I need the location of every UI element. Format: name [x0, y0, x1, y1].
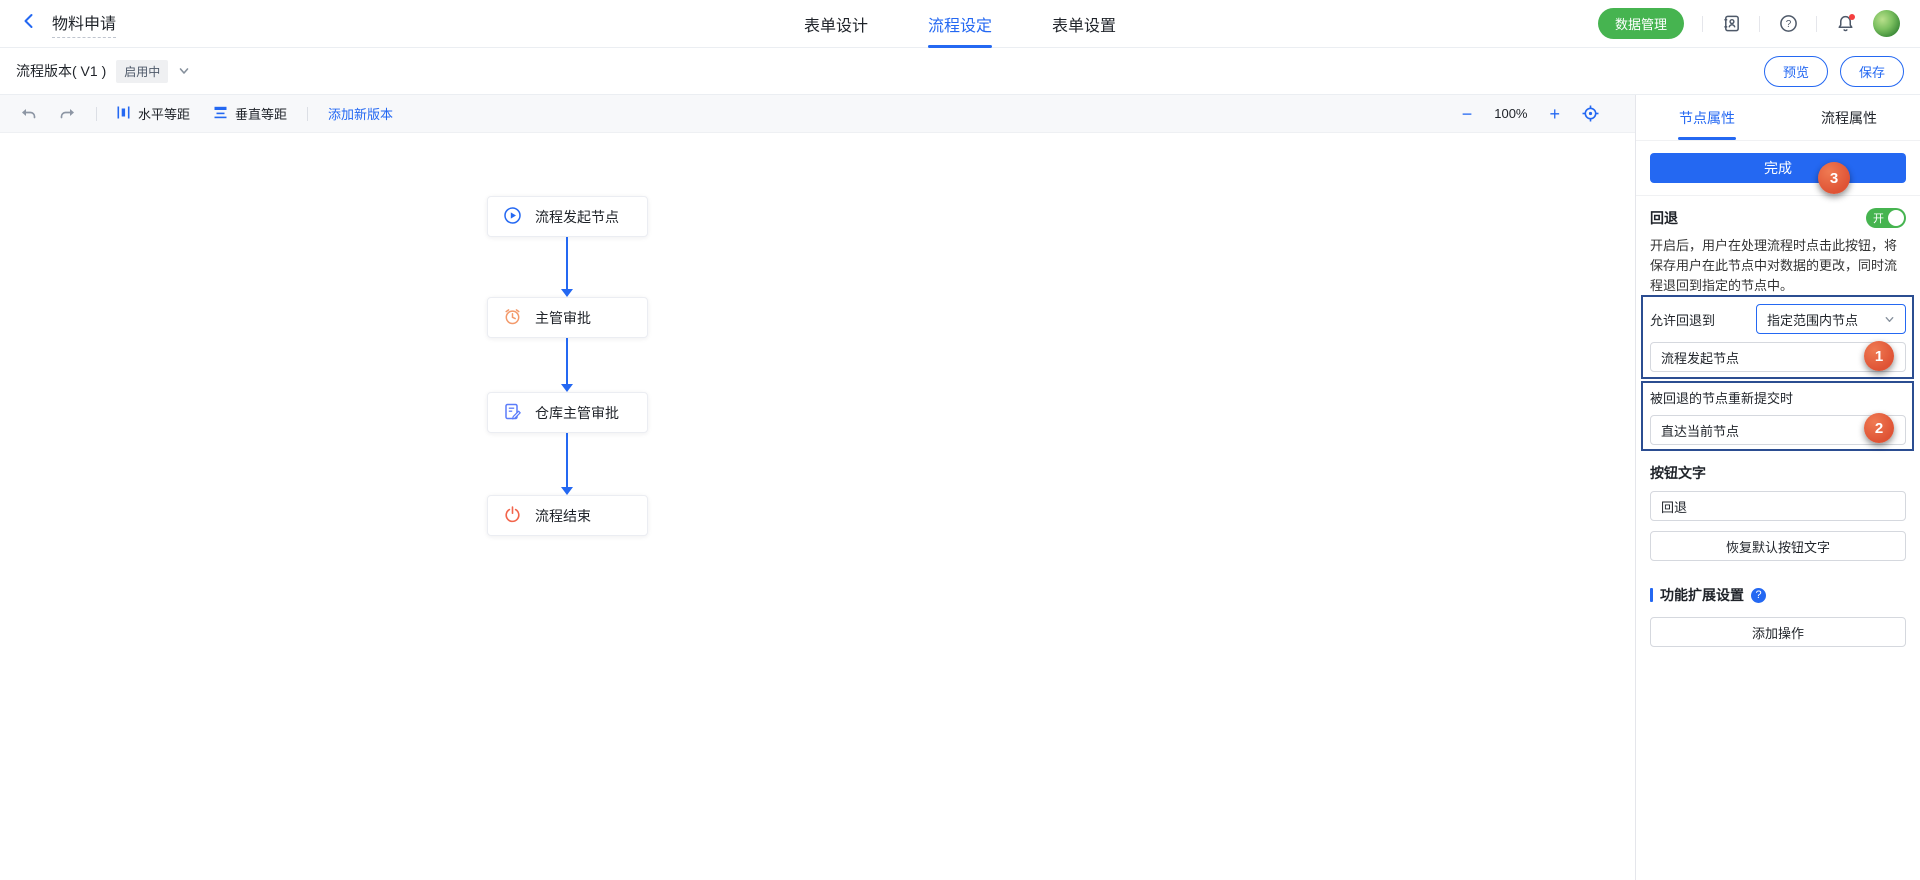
resubmit-select[interactable]: 直达当前节点: [1650, 415, 1906, 445]
alarm-clock-icon: [504, 308, 521, 328]
add-version-button[interactable]: 添加新版本: [328, 104, 393, 123]
chevron-left-icon: [20, 12, 38, 35]
rollback-description: 开启后，用户在处理流程时点击此按钮，将保存用户在此节点中对数据的更改，同时流程退…: [1650, 236, 1906, 296]
arrow-down-icon: [561, 384, 573, 392]
rollback-range-value: 指定范围内节点: [1767, 310, 1858, 329]
rollback-title: 回退: [1650, 208, 1678, 228]
main: 水平等距 垂直等距 添加新版本 − 100% +: [0, 95, 1920, 880]
rollback-node-select[interactable]: 流程发起节点: [1650, 342, 1906, 372]
button-text-input[interactable]: [1650, 491, 1906, 521]
restore-default-button[interactable]: 恢复默认按钮文字: [1650, 531, 1906, 561]
notification-dot: [1849, 14, 1855, 20]
header-tabs: 表单设计 流程设定 表单设置: [804, 0, 1116, 48]
allow-rollback-row: 允许回退到 指定范围内节点: [1650, 304, 1906, 334]
distribute-vertical-icon: [214, 106, 227, 122]
flow-canvas[interactable]: 流程发起节点 主管审批 仓库主管审批: [0, 133, 1635, 880]
extension-title: 功能扩展设置: [1660, 585, 1744, 605]
tab-flow-setting[interactable]: 流程设定: [928, 0, 992, 48]
svg-text:?: ?: [1785, 19, 1791, 30]
avatar[interactable]: [1873, 10, 1900, 37]
divider: [1759, 16, 1760, 32]
divider: [1816, 16, 1817, 32]
flow-node-label: 主管审批: [535, 308, 591, 328]
zoom-in-icon[interactable]: +: [1549, 105, 1560, 123]
flow-node-manager-approval[interactable]: 主管审批: [487, 297, 648, 338]
distribute-horizontal-button[interactable]: 水平等距: [117, 104, 190, 123]
header-right: 数据管理 ?: [1598, 8, 1900, 39]
tab-flow-properties[interactable]: 流程属性: [1778, 95, 1920, 140]
redo-icon[interactable]: [59, 106, 76, 121]
page-title: 物料申请: [52, 10, 116, 38]
version-bar: 流程版本( V1 ) 启用中 预览 保存: [0, 48, 1920, 95]
help-circle-icon[interactable]: ?: [1751, 588, 1766, 603]
chevron-down-icon: [1884, 425, 1895, 436]
section-bar: [1650, 588, 1653, 602]
flow-connector: [566, 338, 568, 385]
resubmit-label: 被回退的节点重新提交时: [1650, 388, 1906, 407]
chevron-down-icon: [1884, 352, 1895, 363]
address-book-icon[interactable]: [1721, 14, 1741, 34]
panel-tabs: 节点属性 流程属性: [1636, 95, 1920, 141]
divider: [1702, 16, 1703, 32]
locate-icon[interactable]: [1582, 105, 1599, 122]
play-circle-icon: [504, 207, 521, 227]
flow-node-end[interactable]: 流程结束: [487, 495, 648, 536]
chevron-down-icon: [1884, 314, 1895, 325]
power-icon: [504, 506, 521, 526]
version-actions: 预览 保存: [1764, 56, 1904, 87]
flow-node-label: 流程发起节点: [535, 207, 619, 227]
zoom-controls: − 100% +: [1462, 105, 1615, 123]
status-badge: 启用中: [116, 60, 168, 83]
rollback-range-select[interactable]: 指定范围内节点: [1756, 304, 1906, 334]
extension-header: 功能扩展设置 ?: [1650, 585, 1906, 605]
arrow-down-icon: [561, 487, 573, 495]
flow-node-label: 仓库主管审批: [535, 403, 619, 423]
divider: [307, 107, 308, 121]
data-manage-button[interactable]: 数据管理: [1598, 8, 1684, 39]
back-button[interactable]: [20, 12, 38, 35]
help-icon[interactable]: ?: [1778, 14, 1798, 34]
button-text-label: 按钮文字: [1650, 463, 1906, 483]
zoom-out-icon[interactable]: −: [1462, 105, 1473, 123]
undo-icon[interactable]: [20, 106, 37, 121]
flow-connector: [566, 433, 568, 488]
rollback-header: 回退 开: [1650, 208, 1906, 228]
bell-icon[interactable]: [1835, 14, 1855, 34]
app-header: 物料申请 表单设计 流程设定 表单设置 数据管理 ?: [0, 0, 1920, 48]
properties-panel: 节点属性 流程属性 完成 回退 开 开启后，用户在处理流程时点击此按钮，将保存用…: [1635, 95, 1920, 880]
zoom-level: 100%: [1494, 106, 1527, 121]
version-label: 流程版本( V1 ): [16, 61, 106, 81]
divider: [96, 107, 97, 121]
chevron-down-icon[interactable]: [178, 65, 190, 77]
tab-form-design[interactable]: 表单设计: [804, 0, 868, 48]
flow-node-label: 流程结束: [535, 506, 591, 526]
flow-connector: [566, 237, 568, 290]
resubmit-value: 直达当前节点: [1661, 421, 1739, 440]
toggle-knob: [1888, 210, 1904, 226]
add-action-button[interactable]: 添加操作: [1650, 617, 1906, 647]
panel-body: 完成 回退 开 开启后，用户在处理流程时点击此按钮，将保存用户在此节点中对数据的…: [1636, 141, 1920, 647]
save-button[interactable]: 保存: [1840, 56, 1904, 87]
rollback-toggle[interactable]: 开: [1866, 208, 1906, 228]
rollback-node-value: 流程发起节点: [1661, 348, 1739, 367]
toggle-on-label: 开: [1873, 210, 1884, 226]
preview-button[interactable]: 预览: [1764, 56, 1828, 87]
flow-node-start[interactable]: 流程发起节点: [487, 196, 648, 237]
divider: [1636, 195, 1920, 196]
allow-rollback-label: 允许回退到: [1650, 310, 1715, 329]
flow-editor: 水平等距 垂直等距 添加新版本 − 100% +: [0, 95, 1635, 880]
flow-node-warehouse-approval[interactable]: 仓库主管审批: [487, 392, 648, 433]
distribute-vertical-button[interactable]: 垂直等距: [214, 104, 287, 123]
done-button[interactable]: 完成: [1650, 153, 1906, 183]
distribute-horizontal-label: 水平等距: [138, 104, 190, 123]
tab-node-properties[interactable]: 节点属性: [1636, 95, 1778, 140]
document-edit-icon: [504, 403, 521, 423]
distribute-vertical-label: 垂直等距: [235, 104, 287, 123]
flow-toolbar: 水平等距 垂直等距 添加新版本 − 100% +: [0, 95, 1635, 133]
tab-form-setup[interactable]: 表单设置: [1052, 0, 1116, 48]
distribute-horizontal-icon: [117, 106, 130, 122]
arrow-down-icon: [561, 289, 573, 297]
